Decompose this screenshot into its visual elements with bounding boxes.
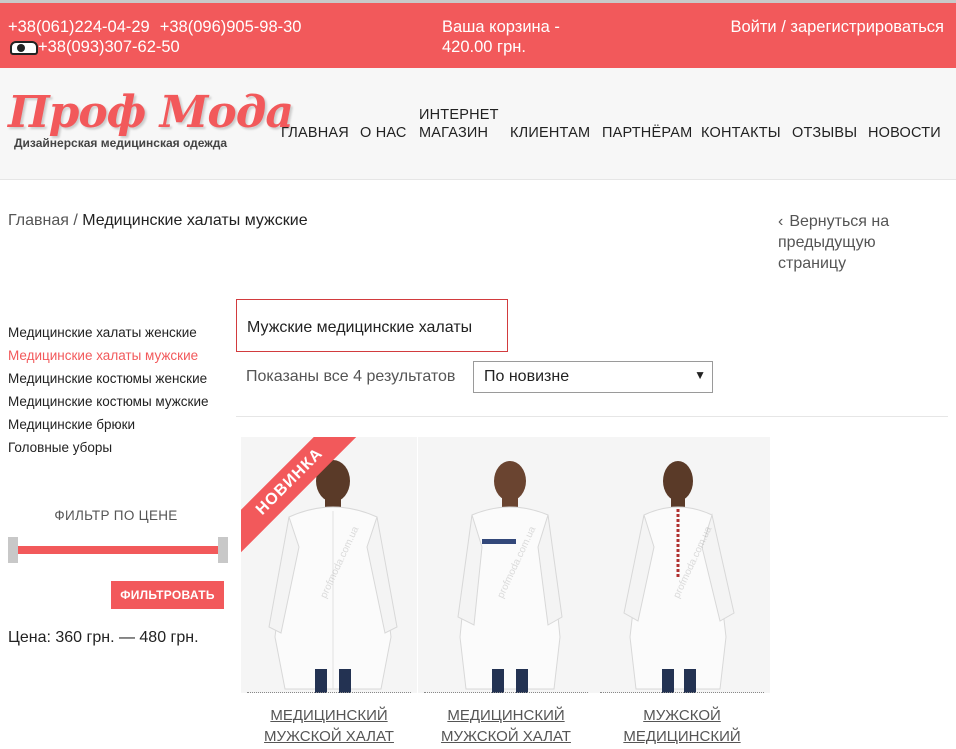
divider	[600, 692, 764, 693]
nav-item-shop-line2[interactable]: МАГАЗИН	[419, 125, 488, 141]
nav-item-contacts[interactable]: КОНТАКТЫ	[701, 125, 781, 141]
sort-selected-value: По новизне	[484, 368, 570, 385]
slider-track	[8, 546, 228, 554]
product-name-line: МЕДИЦИНСКИЙ	[447, 707, 565, 724]
category-item[interactable]: Медицинские костюмы мужские	[8, 390, 209, 413]
page-title: Мужские медицинские халаты	[236, 299, 508, 352]
results-count: Показаны все 4 результатов	[246, 368, 456, 385]
product-name-line: МУЖСКОЙ	[643, 707, 721, 724]
top-bar: +38(061)224-04-29 +38(096)905-98-30 +38(…	[0, 0, 956, 68]
breadcrumb-current: Медицинские халаты мужские	[82, 212, 308, 229]
product-photo-figure	[241, 437, 417, 693]
back-link-label: Вернуться на предыдущую страницу	[778, 213, 890, 272]
cart-label: Ваша корзина -	[442, 18, 560, 36]
product-image[interactable]: НОВИНКА profmoda.com.ua	[241, 437, 417, 693]
divider	[236, 416, 948, 417]
category-item[interactable]: Медицинские брюки	[8, 413, 209, 436]
phone-number[interactable]: +38(093)307-62-50	[38, 37, 180, 57]
main-nav: ГЛАВНАЯ О НАС ИНТЕРНЕТ МАГАЗИН КЛИЕНТАМ …	[0, 68, 956, 180]
category-item-active[interactable]: Медицинские халаты мужские	[8, 344, 209, 367]
cart-amount: 420.00 грн.	[442, 38, 526, 56]
category-item[interactable]: Медицинские костюмы женские	[8, 367, 209, 390]
product-photo-figure	[418, 437, 594, 693]
breadcrumb: Главная / Медицинские халаты мужские	[8, 212, 308, 230]
price-filter-title: ФИЛЬТР ПО ЦЕНЕ	[54, 508, 178, 523]
site-header: Проф Мода Дизайнерская медицинская одежд…	[0, 68, 956, 180]
product-name[interactable]: МЕДИЦИНСКИЙ МУЖСКОЙ ХАЛАТ	[241, 705, 417, 747]
product-card[interactable]: НОВИНКА profmoda.com.ua МЕДИЦИНСКИЙ МУЖС…	[241, 437, 417, 749]
filter-button[interactable]: ФИЛЬТРОВАТЬ	[111, 581, 224, 609]
product-name-line: МЕДИЦИНСКИЙ	[270, 707, 388, 724]
breadcrumb-home-link[interactable]: Главная	[8, 212, 69, 229]
category-item[interactable]: Головные уборы	[8, 436, 209, 459]
nav-item-reviews[interactable]: ОТЗЫВЫ	[792, 125, 857, 141]
product-card[interactable]: profmoda.com.ua МЕДИЦИНСКИЙ МУЖСКОЙ ХАЛА…	[418, 437, 594, 749]
chevron-left-icon: ‹	[778, 213, 784, 230]
breadcrumb-separator: /	[73, 212, 78, 229]
product-name[interactable]: МУЖСКОЙ МЕДИЦИНСКИЙ	[594, 705, 770, 747]
price-range-text: Цена: 360 грн. — 480 грн.	[8, 629, 199, 646]
nav-item-home[interactable]: ГЛАВНАЯ	[281, 125, 349, 141]
product-name-line: МУЖСКОЙ ХАЛАТ	[264, 728, 394, 745]
nav-item-clients[interactable]: КЛИЕНТАМ	[510, 125, 590, 141]
divider	[424, 692, 588, 693]
chevron-down-icon: ▼	[694, 368, 706, 382]
category-list: Медицинские халаты женские Медицинские х…	[8, 321, 209, 459]
phone-number[interactable]: +38(096)905-98-30	[160, 17, 302, 37]
back-link[interactable]: ‹ Вернуться на предыдущую страницу	[778, 211, 928, 274]
telephone-icon	[8, 39, 38, 55]
product-photo-figure	[594, 437, 770, 693]
phone-list: +38(061)224-04-29 +38(096)905-98-30 +38(…	[8, 17, 301, 57]
slider-max-handle[interactable]	[218, 537, 228, 563]
cart-summary[interactable]: Ваша корзина - 420.00 грн.	[442, 17, 560, 57]
nav-item-about[interactable]: О НАС	[360, 125, 407, 141]
price-range-slider[interactable]	[8, 537, 228, 563]
nav-item-partners[interactable]: ПАРТНЁРАМ	[602, 125, 692, 141]
nav-item-shop-line1[interactable]: ИНТЕРНЕТ	[419, 107, 499, 123]
slider-min-handle[interactable]	[8, 537, 18, 563]
product-image[interactable]: profmoda.com.ua	[418, 437, 594, 693]
nav-item-news[interactable]: НОВОСТИ	[868, 125, 941, 141]
product-name-line: МУЖСКОЙ ХАЛАТ	[441, 728, 571, 745]
category-item[interactable]: Медицинские халаты женские	[8, 321, 209, 344]
product-name-line: МЕДИЦИНСКИЙ	[623, 728, 741, 745]
sort-select[interactable]: По новизне ▼	[473, 361, 713, 393]
product-name[interactable]: МЕДИЦИНСКИЙ МУЖСКОЙ ХАЛАТ	[418, 705, 594, 747]
product-card[interactable]: profmoda.com.ua МУЖСКОЙ МЕДИЦИНСКИЙ	[594, 437, 770, 749]
product-image[interactable]: profmoda.com.ua	[594, 437, 770, 693]
phone-number[interactable]: +38(061)224-04-29	[8, 17, 150, 37]
login-link[interactable]: Войти / зарегистрироваться	[730, 17, 944, 37]
divider	[247, 692, 411, 693]
